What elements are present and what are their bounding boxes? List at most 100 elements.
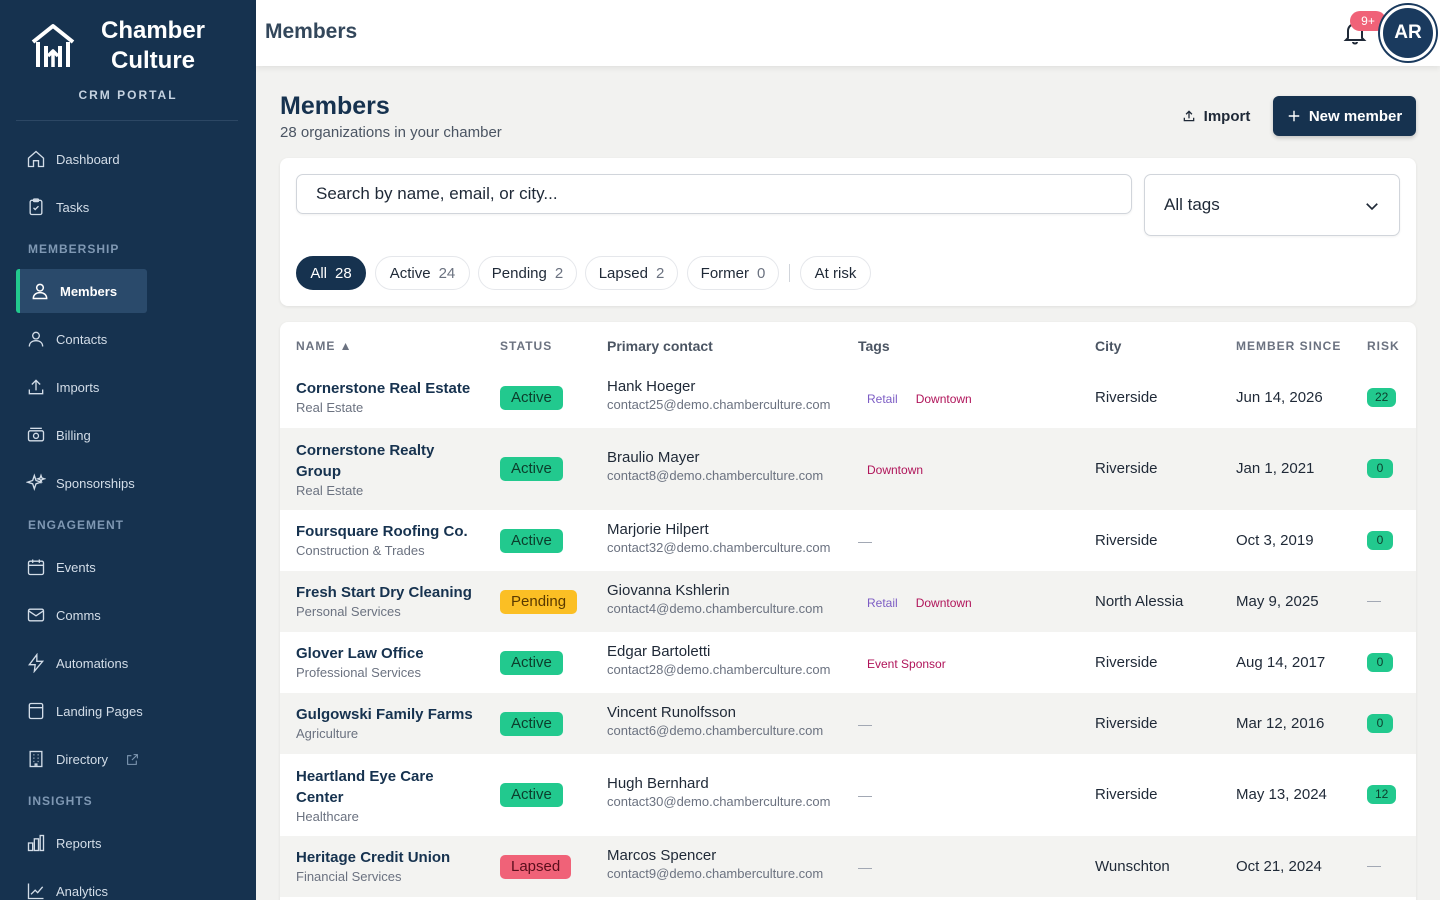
member-name-link[interactable]: Cornerstone Real Estate [296, 378, 476, 399]
risk-cell: 12 [1367, 785, 1397, 804]
table-row[interactable]: Heritage Credit Union Financial Services L… [280, 836, 1416, 897]
member-cell: Heritage Credit Union Financial Services [296, 847, 476, 884]
brand-subtitle: CRM PORTAL [78, 88, 178, 102]
table-row[interactable]: Cornerstone Realty Group Real Estate Activ… [280, 428, 1416, 510]
contact-name: Marjorie Hilpert [607, 520, 709, 538]
tags-cell: — [858, 716, 872, 734]
member-name-link[interactable]: Cornerstone Realty Group [296, 440, 476, 482]
new-member-button[interactable]: New member [1273, 96, 1416, 136]
filter-pill-lapsed[interactable]: Lapsed 2 [585, 256, 678, 290]
sidebar-item-sponsorships[interactable]: Sponsorships [16, 461, 147, 505]
member-cell: Cornerstone Realty Group Real Estate [296, 440, 476, 498]
risk-badge: 0 [1367, 652, 1393, 672]
member-name-link[interactable]: Glover Law Office [296, 643, 476, 664]
contact-email: contact4@demo.chamberculture.com [607, 600, 824, 616]
pill-count: 24 [438, 264, 456, 282]
new-member-label: New member [1308, 107, 1403, 125]
sidebar-item-label: Billing [56, 427, 91, 443]
member-industry: Financial Services [296, 869, 402, 884]
sidebar-item-reports[interactable]: Reports [16, 821, 147, 865]
pill-count: 0 [757, 264, 766, 282]
member-name-link[interactable]: Gulgowski Family Farms [296, 704, 476, 725]
filter-pill-former[interactable]: Former 0 [687, 256, 779, 290]
contact-name: Vincent Runolfsson [607, 703, 736, 721]
sidebar-item-tasks[interactable]: Tasks [16, 185, 147, 229]
avatar[interactable]: AR [1380, 5, 1436, 61]
member-cell: Heartland Eye Care Center Healthcare [296, 766, 476, 824]
contact-cell: Hugh Bernhard contact30@demo.chambercultu… [607, 775, 830, 809]
sidebar-item-analytics[interactable]: Analytics [16, 869, 147, 900]
tags-select[interactable]: All tags [1144, 174, 1400, 236]
city-cell: Riverside [1095, 786, 1158, 803]
column-header-name[interactable]: NAME ▲ [296, 339, 353, 353]
sidebar-item-automations[interactable]: Automations [16, 641, 147, 685]
calendar-icon [27, 559, 45, 576]
member-name-link[interactable]: Heritage Credit Union [296, 847, 476, 868]
filter-pill-at-risk[interactable]: At risk [800, 256, 871, 290]
sidebar-divider [16, 120, 238, 121]
member-cell: Gulgowski Family Farms Agriculture [296, 704, 476, 741]
sidebar-item-billing[interactable]: Billing [16, 413, 147, 457]
filter-pill-active[interactable]: Active 24 [375, 256, 470, 290]
users-icon [32, 283, 48, 300]
status-badge: Active [500, 457, 563, 481]
header-title: Members [265, 20, 358, 43]
table-row[interactable]: Gulgowski Family Farms Agriculture Active V… [280, 693, 1416, 754]
contact-name: Hank Hoeger [607, 377, 696, 395]
member-industry: Construction & Trades [296, 543, 425, 558]
status-cell: Active [500, 783, 563, 807]
city-cell: Riverside [1095, 460, 1158, 477]
contact-email: contact28@demo.chamberculture.com [607, 661, 831, 677]
mail-icon [27, 608, 45, 622]
pill-count: 2 [554, 264, 564, 282]
status-cell: Active [500, 457, 563, 481]
table-row[interactable]: Heartland Eye Care Center Healthcare Activ… [280, 754, 1416, 836]
status-badge: Pending [500, 589, 578, 614]
tags-cell: Retail Downtown [867, 390, 990, 408]
sidebar-item-contacts[interactable]: Contacts [16, 317, 147, 361]
pill-label: Active [389, 264, 431, 282]
sidebar-item-label: Automations [56, 655, 129, 671]
filter-pill-pending[interactable]: Pending 2 [478, 256, 577, 290]
member-since-cell: Oct 21, 2024 [1236, 857, 1322, 875]
member-since-cell: Mar 12, 2016 [1236, 714, 1325, 732]
member-name-link[interactable]: Fresh Start Dry Cleaning [296, 582, 476, 603]
tags-select-value: All tags [1164, 195, 1220, 214]
line-chart-icon [27, 883, 44, 900]
table-row[interactable]: Cornerstone Real Estate Real Estate Active… [280, 367, 1416, 428]
chevron-down-icon [1366, 203, 1378, 211]
contact-cell: Giovanna Kshlerin contact4@demo.chambercu… [607, 582, 823, 616]
top-header: Members 9+ AR [256, 0, 1440, 66]
table-row[interactable]: Foursquare Roofing Co. Construction & Tra… [280, 510, 1416, 571]
pill-count: 28 [334, 264, 352, 282]
member-name-link[interactable]: Heartland Eye Care Center [296, 766, 476, 808]
sidebar-item-directory[interactable]: Directory [16, 737, 156, 781]
sidebar-item-label: Members [60, 283, 118, 299]
status-cell: Active [500, 711, 563, 736]
sidebar-item-label: Sponsorships [56, 475, 135, 491]
member-since-cell: Jun 14, 2026 [1236, 388, 1323, 406]
sidebar-item-members[interactable]: Members [16, 269, 147, 313]
sidebar-item-landing-pages[interactable]: Landing Pages [16, 689, 156, 733]
table-row[interactable]: Fresh Start Dry Cleaning Personal Service… [280, 571, 1416, 632]
import-button[interactable]: Import [1170, 96, 1262, 136]
sidebar-item-events[interactable]: Events [16, 545, 147, 589]
sidebar-item-imports[interactable]: Imports [16, 365, 147, 409]
sidebar-item-dashboard[interactable]: Dashboard [16, 137, 147, 181]
contact-cell: Marcos Spencer contact9@demo.chambercultu… [607, 847, 823, 881]
table-row[interactable]: Glover Law Office Professional Services Ac… [280, 632, 1416, 693]
filter-pill-all[interactable]: All 28 [296, 256, 366, 290]
sidebar-item-label: Analytics [56, 883, 109, 899]
home-icon [27, 150, 45, 168]
contact-cell: Vincent Runolfsson contact6@demo.chamberc… [607, 704, 823, 738]
column-header-city: City [1095, 338, 1122, 354]
brand[interactable]: Chamber Culture CRM PORTAL [0, 0, 256, 120]
status-badge: Active [500, 783, 563, 807]
risk-badge: 0 [1367, 713, 1393, 733]
member-since-cell: Oct 3, 2019 [1236, 531, 1314, 549]
search-input[interactable]: Search by name, email, or city... [296, 174, 1132, 214]
building-icon [29, 750, 43, 768]
risk-cell: 0 [1367, 713, 1393, 733]
member-name-link[interactable]: Foursquare Roofing Co. [296, 521, 476, 542]
sidebar-item-comms[interactable]: Comms [16, 593, 147, 637]
